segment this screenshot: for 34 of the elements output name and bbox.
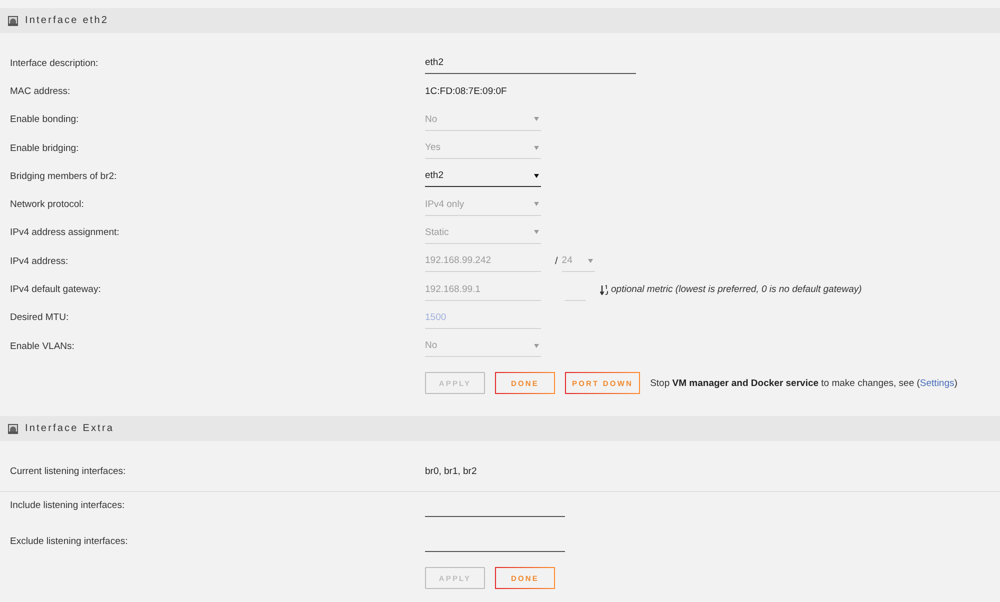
field-value: 1C:FD:08:7E:09:0F xyxy=(425,86,507,97)
field-value: br0, br1, br2 xyxy=(425,466,477,477)
input-field[interactable]: eth2 xyxy=(425,52,636,74)
separator-text: / xyxy=(555,256,558,267)
frame-icon xyxy=(8,424,18,434)
field-label: Enable VLANs: xyxy=(10,340,74,352)
notice-text: Stop VM manager and Docker service to make changes, see (Settings) xyxy=(650,378,958,389)
field-label: IPv4 default gateway: xyxy=(10,284,101,296)
field-label: Interface description: xyxy=(10,58,98,69)
caret-icon xyxy=(534,230,539,234)
section-title: Interface Extra xyxy=(25,423,114,434)
field-label: IPv4 address: xyxy=(10,256,68,267)
field-label: Enable bonding: xyxy=(10,114,79,126)
field-label: Exclude listening interfaces: xyxy=(10,536,128,546)
field-label: Include listening interfaces: xyxy=(10,500,125,512)
field-label: Bridging members of br2: xyxy=(10,170,117,182)
settings-link[interactable]: Settings xyxy=(920,378,954,389)
caret-icon xyxy=(588,258,593,263)
dropdown[interactable]: eth2 xyxy=(425,165,541,188)
caret-icon xyxy=(534,117,539,122)
caret-icon xyxy=(534,174,539,178)
section-title: Interface eth2 xyxy=(25,15,109,26)
field-label: Desired MTU: xyxy=(10,312,69,324)
field-label: Enable bridging: xyxy=(10,142,79,154)
field-label: Network protocol: xyxy=(10,199,84,210)
caret-icon xyxy=(534,146,539,150)
caret-icon xyxy=(534,344,539,348)
frame-icon xyxy=(8,16,18,26)
field-label: Current listening interfaces: xyxy=(10,466,126,477)
field-label: IPv4 address assignment: xyxy=(10,227,120,238)
field-label: MAC address: xyxy=(10,86,70,97)
caret-icon xyxy=(534,202,539,206)
sort-icon xyxy=(600,284,608,295)
hint-text: optional metric (lowest is preferred, 0 is no default gateway) xyxy=(611,284,862,296)
